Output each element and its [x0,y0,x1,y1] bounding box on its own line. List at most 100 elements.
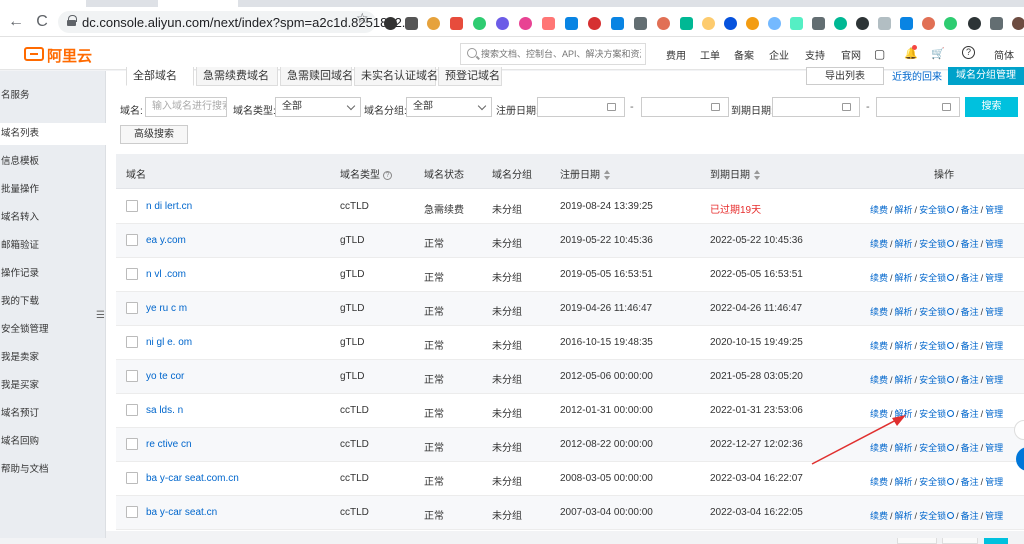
sidebar-item-batch-ops[interactable]: 批量操作 [0,179,106,201]
security-lock-link[interactable]: 安全锁 [919,239,946,249]
domain-link[interactable]: ba y-car seat.cn [146,507,217,518]
manage-link[interactable]: 管理 [985,409,1003,419]
header-reg-date[interactable]: 注册日期 [560,166,611,181]
reg-date-start[interactable] [537,97,625,117]
url-field[interactable]: dc.console.aliyun.com/next/index?spm=a2c… [58,11,413,33]
extension-icon[interactable] [768,17,781,30]
dns-link[interactable]: 解析 [895,511,913,521]
nav-official-site[interactable]: 官网 [841,47,861,62]
manage-link[interactable]: 管理 [985,341,1003,351]
sidebar-collapse-icon[interactable]: ☰ [96,307,106,325]
extension-icon[interactable] [922,17,935,30]
extension-icon[interactable] [405,17,418,30]
help-icon[interactable] [947,342,955,350]
extension-icon[interactable] [657,17,670,30]
global-search-box[interactable] [460,43,646,65]
extension-icon[interactable] [473,17,486,30]
dns-link[interactable]: 解析 [895,239,913,249]
dns-link[interactable]: 解析 [895,375,913,385]
row-checkbox[interactable] [126,506,138,518]
renew-link[interactable]: 续费 [870,307,888,317]
extension-icon[interactable] [450,17,463,30]
sidebar-item-security-lock[interactable]: 安全锁管理 [0,319,106,341]
renew-link[interactable]: 续费 [870,273,888,283]
domain-link[interactable]: ni gl e. om [146,337,192,348]
extension-icon[interactable] [680,17,693,30]
domain-group-select[interactable]: 全部 [406,97,492,117]
security-lock-link[interactable]: 安全锁 [919,341,946,351]
note-link[interactable]: 备注 [961,443,979,453]
bookmark-star-icon[interactable]: ☆ [356,10,369,27]
dns-link[interactable]: 解析 [895,307,913,317]
extension-icon[interactable] [790,17,803,30]
sort-icon[interactable] [603,170,611,181]
recent-link[interactable]: 近我的回来 [892,68,942,83]
extension-icon[interactable] [565,17,578,30]
tab-pre-registration[interactable]: 预登记域名 [438,67,502,86]
sidebar-item-buyback[interactable]: 域名回购 [0,431,106,453]
sidebar-item-downloads[interactable]: 我的下载 [0,291,106,313]
advanced-search-button[interactable]: 高级搜索 [120,125,188,144]
group-manage-button[interactable]: 域名分组管理 [948,67,1024,85]
dns-link[interactable]: 解析 [895,443,913,453]
note-link[interactable]: 备注 [961,239,979,249]
manage-link[interactable]: 管理 [985,477,1003,487]
help-icon[interactable] [947,410,955,418]
dns-link[interactable]: 解析 [895,205,913,215]
export-list-button[interactable]: 导出列表 [806,67,884,85]
row-checkbox[interactable] [126,200,138,212]
security-lock-link[interactable]: 安全锁 [919,511,946,521]
domain-link[interactable]: ea y.com [146,235,186,246]
extension-icon[interactable] [724,17,737,30]
extension-icon[interactable] [542,17,555,30]
extensions-puzzle-icon[interactable] [990,17,1003,30]
renew-link[interactable]: 续费 [870,443,888,453]
search-button[interactable]: 搜索 [965,97,1018,117]
exp-date-end[interactable] [876,97,960,117]
renew-link[interactable]: 续费 [870,341,888,351]
dns-link[interactable]: 解析 [895,477,913,487]
help-icon[interactable] [947,308,955,316]
sidebar-item-domain-transfer[interactable]: 域名转入 [0,207,106,229]
manage-link[interactable]: 管理 [985,443,1003,453]
sidebar-item-reserve[interactable]: 域名预订 [0,403,106,425]
renew-link[interactable]: 续费 [870,409,888,419]
exp-date-start[interactable] [772,97,860,117]
sidebar-item-domain-service[interactable]: 名服务 [0,85,106,107]
reload-icon[interactable]: C [33,13,51,31]
security-lock-link[interactable]: 安全锁 [919,477,946,487]
row-checkbox[interactable] [126,438,138,450]
renew-link[interactable]: 续费 [870,511,888,521]
security-lock-link[interactable]: 安全锁 [919,375,946,385]
language-switch[interactable]: 简体 [994,47,1014,62]
cart-icon[interactable]: 🛒 [931,47,945,60]
domain-link[interactable]: re ctive cn [146,439,192,450]
renew-link[interactable]: 续费 [870,375,888,385]
manage-link[interactable]: 管理 [985,205,1003,215]
profile-avatar[interactable] [1012,17,1024,30]
extension-icon[interactable] [968,17,981,30]
extension-icon[interactable] [856,17,869,30]
renew-link[interactable]: 续费 [870,477,888,487]
help-icon[interactable] [947,478,955,486]
menu-icon[interactable]: ▢ [874,47,885,61]
dns-link[interactable]: 解析 [895,341,913,351]
renew-link[interactable]: 续费 [870,205,888,215]
renew-link[interactable]: 续费 [870,239,888,249]
security-lock-link[interactable]: 安全锁 [919,205,946,215]
browser-tab[interactable] [158,0,238,7]
domain-search-input[interactable]: 输入域名进行搜索 [145,97,227,117]
nav-fees[interactable]: 费用 [666,47,686,62]
help-icon[interactable] [947,274,955,282]
tab-unverified[interactable]: 未实名认证域名 [354,67,438,86]
sidebar-item-buyer[interactable]: 我是买家 [0,375,106,397]
tab-all-domains[interactable]: 全部域名 [126,67,194,86]
security-lock-link[interactable]: 安全锁 [919,307,946,317]
domain-link[interactable]: n vl .com [146,269,186,280]
row-checkbox[interactable] [126,234,138,246]
tab-renew-needed[interactable]: 急需续费域名 [196,67,278,86]
sidebar-item-domain-list[interactable]: 域名列表 [0,123,106,145]
row-checkbox[interactable] [126,472,138,484]
nav-support[interactable]: 支持 [805,47,825,62]
extension-icon[interactable] [746,17,759,30]
